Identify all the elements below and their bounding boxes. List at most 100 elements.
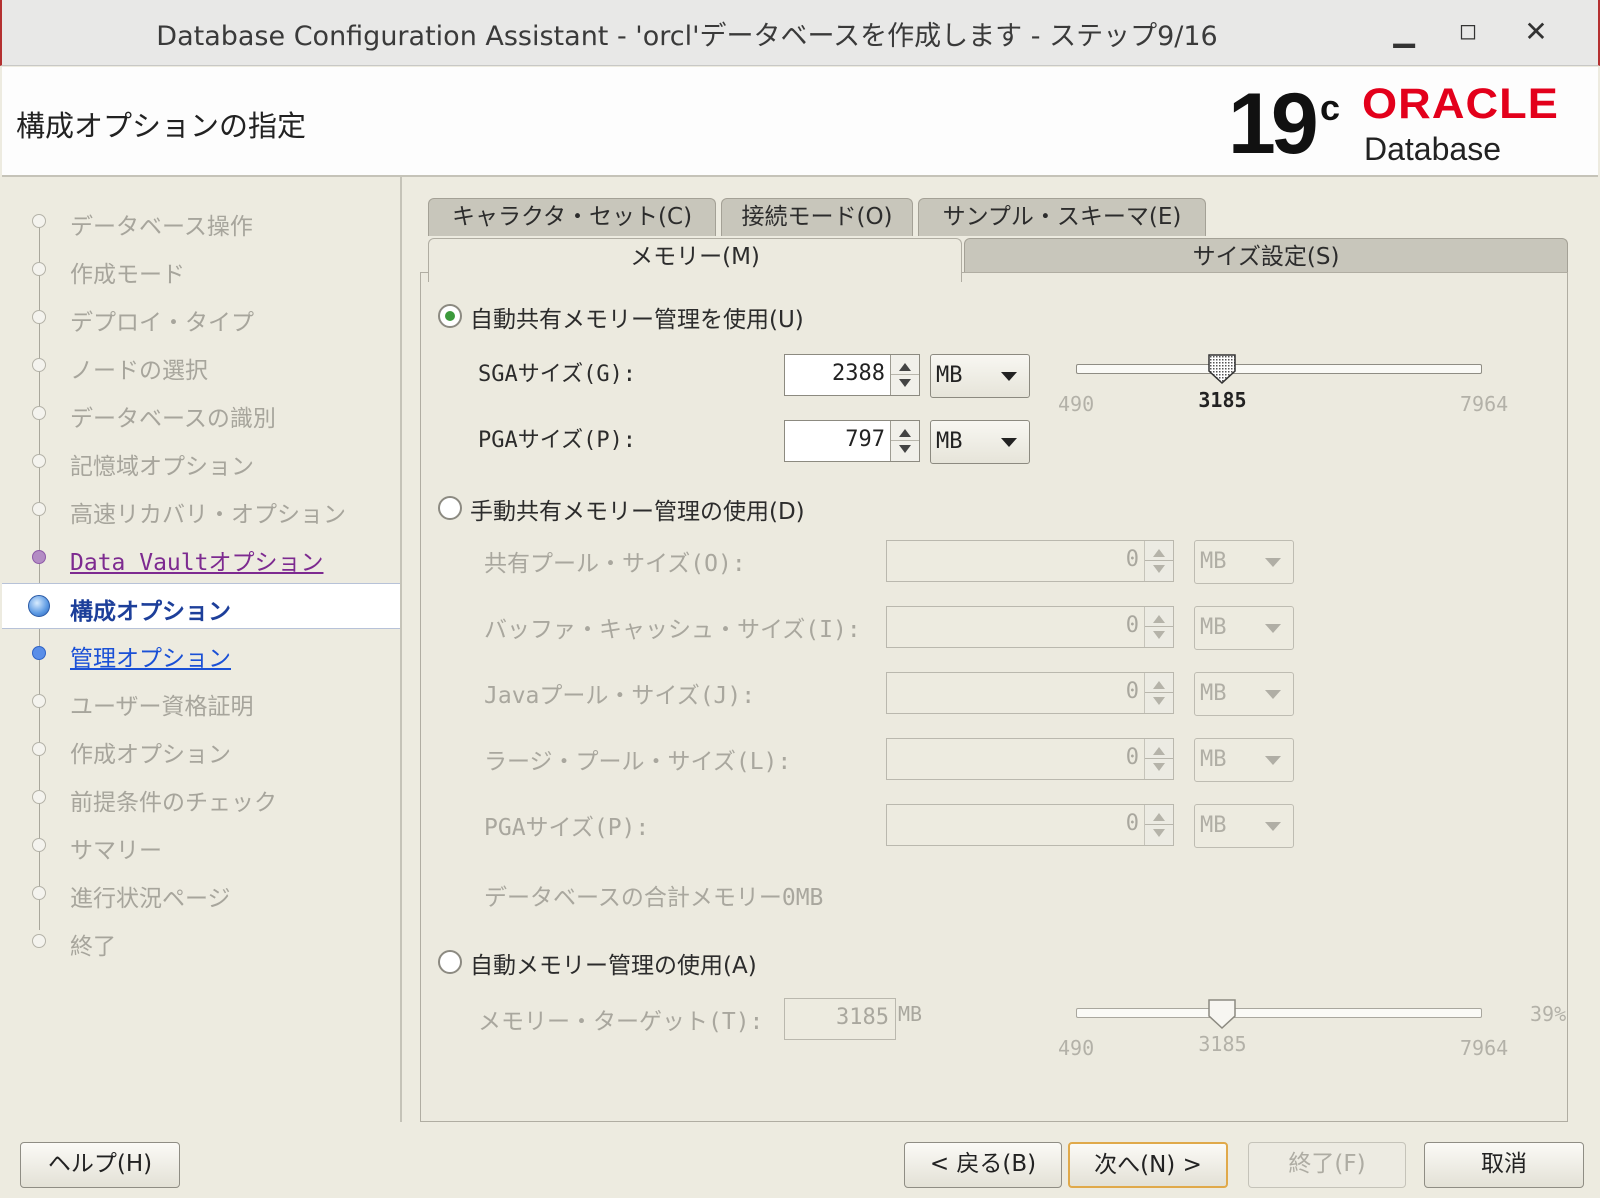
manual-field-unit-select[interactable]: MB xyxy=(1194,738,1294,782)
manual-field-label: バッファ・キャッシュ・サイズ(I): xyxy=(484,617,861,643)
memory-target-label: メモリー・ターゲット(T): xyxy=(478,1009,764,1035)
asmm-radio[interactable] xyxy=(438,304,462,328)
nav-step-label: サマリー xyxy=(70,838,162,864)
manual-field-label: ラージ・プール・サイズ(L): xyxy=(484,749,792,775)
step-status-icon xyxy=(32,406,46,420)
nav-step-9[interactable]: 構成オプション xyxy=(2,583,400,629)
sga-slider-track[interactable] xyxy=(1076,364,1482,374)
memory-target-field[interactable]: 3185 xyxy=(784,998,896,1040)
step-status-icon xyxy=(32,214,46,228)
sga-size-label: SGAサイズ(G): xyxy=(478,362,637,387)
close-icon[interactable]: ✕ xyxy=(1516,14,1556,50)
spinner-arrows-icon[interactable] xyxy=(1144,607,1173,647)
logo-brand: ORACLE xyxy=(1362,80,1559,128)
manual-field-spinner[interactable]: 0 xyxy=(886,672,1174,714)
amm-label: 自動メモリー管理の使用(A) xyxy=(470,953,757,979)
manual-field-unit-select[interactable]: MB xyxy=(1194,606,1294,650)
nav-step-8[interactable]: Data Vaultオプション xyxy=(2,535,400,579)
sga-slider-thumb[interactable] xyxy=(1207,353,1237,385)
nav-step-label: 前提条件のチェック xyxy=(70,790,277,816)
manual-field-value: 0 xyxy=(1125,811,1139,836)
amm-percent: 39% xyxy=(1530,1002,1567,1026)
step-status-icon xyxy=(32,838,46,852)
finish-button[interactable]: 終了(F) xyxy=(1248,1142,1406,1188)
step-status-icon xyxy=(32,934,46,948)
manual-field-spinner[interactable]: 0 xyxy=(886,804,1174,846)
nav-step-label: データベース操作 xyxy=(70,214,253,240)
tab-connection-mode[interactable]: 接続モード(O) xyxy=(721,198,913,236)
tab-character-set[interactable]: キャラクタ・セット(C) xyxy=(428,198,716,236)
minimize-icon[interactable]: ▁ xyxy=(1384,14,1424,50)
next-button[interactable]: 次へ(N) > xyxy=(1068,1142,1228,1188)
step-status-icon xyxy=(32,694,46,708)
maximize-icon[interactable]: ◻ xyxy=(1448,14,1488,50)
nav-step-label: Data Vaultオプション xyxy=(70,550,324,576)
spinner-arrows-icon[interactable] xyxy=(890,355,919,395)
spinner-arrows-icon[interactable] xyxy=(1144,541,1173,581)
logo-suffix: c xyxy=(1320,87,1341,128)
nav-step-label: 作成モード xyxy=(70,262,185,288)
manual-field-unit-select[interactable]: MB xyxy=(1194,540,1294,584)
manual-memory-radio[interactable] xyxy=(438,496,462,520)
nav-step-7: 高速リカバリ・オプション xyxy=(2,487,400,531)
manual-field-label: Javaプール・サイズ(J): xyxy=(484,683,756,709)
window-title: Database Configuration Assistant - 'orcl… xyxy=(156,21,1218,52)
manual-memory-label: 手動共有メモリー管理の使用(D) xyxy=(470,499,805,525)
step-status-icon xyxy=(28,595,50,617)
manual-field-value: 0 xyxy=(1125,745,1139,770)
memory-target-slider-track[interactable] xyxy=(1076,1008,1482,1018)
logo-version: 19 xyxy=(1228,76,1319,172)
manual-field-spinner[interactable]: 0 xyxy=(886,606,1174,648)
header: 構成オプションの指定 19 c ORACLE Database xyxy=(2,67,1598,177)
nav-step-label: 構成オプション xyxy=(70,599,231,625)
amm-radio[interactable] xyxy=(438,950,462,974)
tab-sizing[interactable]: サイズ設定(S) xyxy=(964,238,1568,276)
manual-field-label: 共有プール・サイズ(O): xyxy=(484,551,746,577)
memory-target-value: 3185 xyxy=(836,1005,889,1030)
nav-step-13: 前提条件のチェック xyxy=(2,775,400,819)
manual-total-memory: データベースの合計メモリー0MB xyxy=(484,885,824,911)
pga-unit-select[interactable]: MB xyxy=(930,420,1030,464)
sga-unit-select[interactable]: MB xyxy=(930,354,1030,398)
tab-memory[interactable]: メモリー(M) xyxy=(428,238,962,282)
title-bar: Database Configuration Assistant - 'orcl… xyxy=(0,0,1600,66)
amm-slider-value: 3185 xyxy=(1198,1032,1247,1056)
spinner-arrows-icon[interactable] xyxy=(1144,739,1173,779)
logo-product: Database xyxy=(1364,131,1501,167)
nav-step-10[interactable]: 管理オプション xyxy=(2,631,400,675)
spinner-arrows-icon[interactable] xyxy=(1144,805,1173,845)
memory-target-slider-thumb[interactable] xyxy=(1207,998,1237,1030)
nav-step-label: 終了 xyxy=(70,934,116,960)
manual-field-unit-select[interactable]: MB xyxy=(1194,804,1294,848)
cancel-button[interactable]: 取消 xyxy=(1424,1142,1584,1188)
page-title: 構成オプションの指定 xyxy=(16,109,307,143)
nav-step-5: データベースの識別 xyxy=(2,391,400,435)
sga-slider-max: 7964 xyxy=(1460,392,1509,416)
nav-step-label: 進行状況ページ xyxy=(70,886,231,912)
nav-step-6: 記憶域オプション xyxy=(2,439,400,483)
tab-sample-schema[interactable]: サンプル・スキーマ(E) xyxy=(918,198,1206,236)
pga-size-value: 797 xyxy=(845,427,885,452)
back-button[interactable]: < 戻る(B) xyxy=(904,1142,1062,1188)
chevron-down-icon xyxy=(1265,822,1281,831)
asmm-label: 自動共有メモリー管理を使用(U) xyxy=(470,307,804,333)
sga-size-spinner[interactable]: 2388 xyxy=(784,354,920,396)
manual-field-value: 0 xyxy=(1125,547,1139,572)
chevron-down-icon xyxy=(1265,690,1281,699)
manual-field-unit-select[interactable]: MB xyxy=(1194,672,1294,716)
chevron-down-icon xyxy=(1001,438,1017,447)
amm-slider-min: 490 xyxy=(1058,1036,1095,1060)
pga-size-spinner[interactable]: 797 xyxy=(784,420,920,462)
help-button[interactable]: ヘルプ(H) xyxy=(20,1142,180,1188)
nav-step-4: ノードの選択 xyxy=(2,343,400,387)
nav-step-16: 終了 xyxy=(2,919,400,963)
spinner-arrows-icon[interactable] xyxy=(890,421,919,461)
manual-field-spinner[interactable]: 0 xyxy=(886,738,1174,780)
memory-target-unit: MB xyxy=(898,1002,923,1026)
step-status-icon xyxy=(32,742,46,756)
step-status-icon xyxy=(32,358,46,372)
manual-field-spinner[interactable]: 0 xyxy=(886,540,1174,582)
nav-step-14: サマリー xyxy=(2,823,400,867)
spinner-arrows-icon[interactable] xyxy=(1144,673,1173,713)
step-status-icon xyxy=(32,790,46,804)
